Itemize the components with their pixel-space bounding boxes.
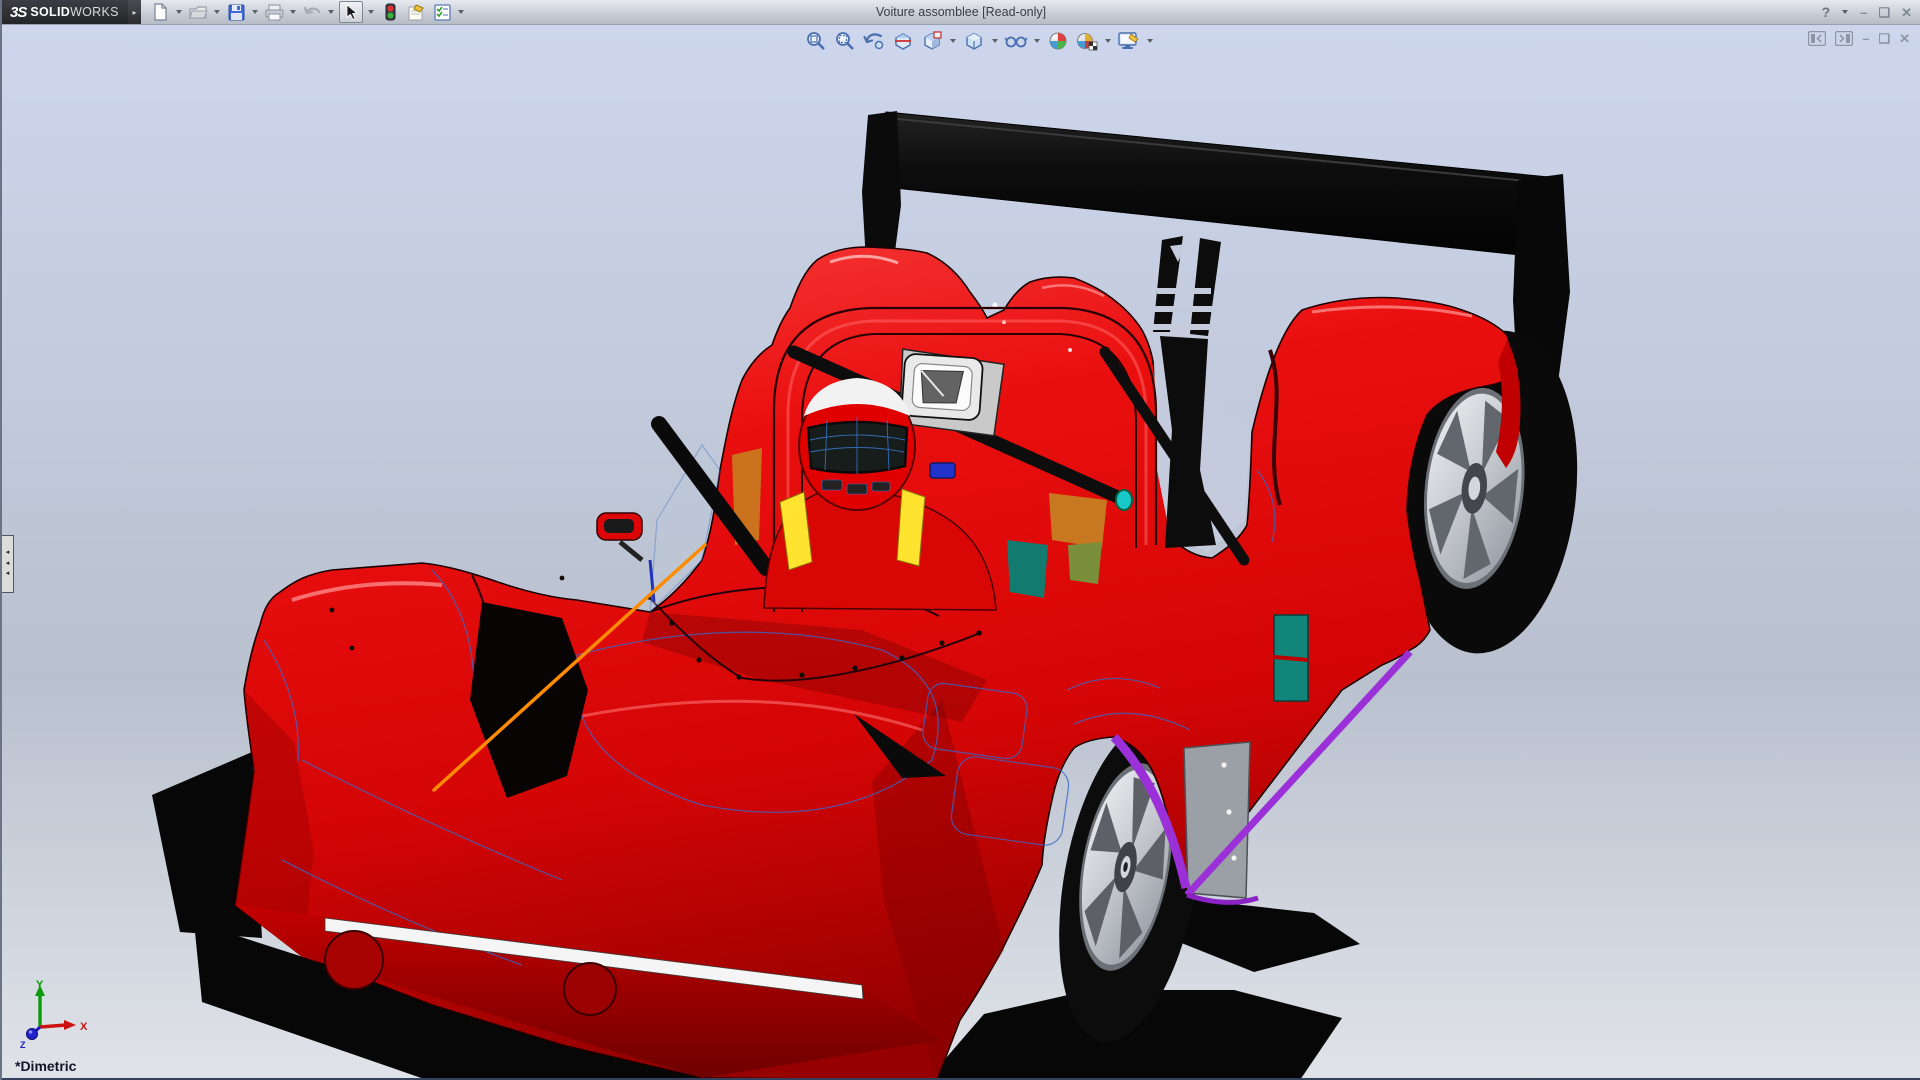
- airbox: [897, 349, 1004, 436]
- document-window-controls: – ❏ ✕: [1808, 31, 1910, 46]
- file-properties-button[interactable]: [405, 2, 427, 22]
- minimize-button[interactable]: –: [1860, 6, 1867, 19]
- apply-scene-dropdown[interactable]: [1105, 39, 1111, 43]
- undo-dropdown[interactable]: [328, 10, 334, 14]
- previous-view-button[interactable]: [862, 29, 886, 53]
- display-style-button[interactable]: [962, 29, 986, 53]
- print-button[interactable]: [263, 2, 285, 22]
- triad-z-label: Z: [20, 1040, 26, 1050]
- select-button[interactable]: [339, 1, 363, 23]
- feature-pane-splitter-tab[interactable]: ◂ ◂ ◂: [2, 535, 14, 593]
- open-button[interactable]: [187, 2, 209, 22]
- helmet: [799, 378, 915, 510]
- main-toolbar: [141, 1, 465, 23]
- hide-show-items-dropdown[interactable]: [1034, 39, 1040, 43]
- open-dropdown[interactable]: [214, 10, 220, 14]
- toolbar-expand-arrow[interactable]: ▸: [128, 0, 141, 24]
- view-settings-dropdown[interactable]: [1147, 39, 1153, 43]
- triad-x-label: X: [80, 1021, 88, 1033]
- pane-toggle-left-icon[interactable]: [1808, 31, 1826, 46]
- view-orientation-label: *Dimetric: [15, 1058, 76, 1074]
- save-dropdown[interactable]: [252, 10, 258, 14]
- help-dropdown[interactable]: [1842, 10, 1848, 14]
- model-viewport[interactable]: [2, 0, 1920, 1080]
- splitter-arrow: ◂: [6, 569, 10, 580]
- undo-button[interactable]: [301, 2, 323, 22]
- solidworks-window: 3S SOLIDWORKS ▸: [0, 0, 1920, 1080]
- restore-button[interactable]: ❏: [1878, 6, 1890, 19]
- edit-appearance-button[interactable]: [1046, 29, 1070, 53]
- triad-y-label: Y: [36, 979, 44, 991]
- select-dropdown[interactable]: [368, 10, 374, 14]
- heads-up-view-toolbar: [804, 29, 1154, 53]
- pane-toggle-right-icon[interactable]: [1835, 31, 1853, 46]
- section-view-button[interactable]: [891, 29, 915, 53]
- logo-text-works: WORKS: [70, 5, 119, 19]
- brake-duct-left: [325, 931, 383, 989]
- ds-logo-mark: 3S: [10, 4, 26, 21]
- options-button[interactable]: [431, 2, 453, 22]
- new-document-dropdown[interactable]: [176, 10, 182, 14]
- doc-minimize-button[interactable]: –: [1862, 32, 1869, 45]
- view-settings-button[interactable]: [1117, 29, 1141, 53]
- orientation-triad: Y X Z: [14, 978, 110, 1054]
- brake-duct-right: [564, 963, 616, 1015]
- title-bar: 3S SOLIDWORKS ▸: [2, 0, 1920, 25]
- doc-restore-button[interactable]: ❏: [1878, 32, 1890, 45]
- view-orientation-dropdown[interactable]: [950, 39, 956, 43]
- apply-scene-button[interactable]: [1075, 29, 1099, 53]
- zoom-to-area-button[interactable]: [833, 29, 857, 53]
- help-button[interactable]: ?: [1822, 5, 1831, 19]
- zoom-to-fit-button[interactable]: [804, 29, 828, 53]
- hide-show-items-button[interactable]: [1004, 29, 1028, 53]
- close-button[interactable]: ✕: [1901, 6, 1912, 19]
- view-orientation-button[interactable]: [920, 29, 944, 53]
- splitter-arrow: ◂: [6, 559, 10, 570]
- print-dropdown[interactable]: [290, 10, 296, 14]
- rebuild-button[interactable]: [379, 2, 401, 22]
- display-style-dropdown[interactable]: [992, 39, 998, 43]
- logo-text-solid: SOLID: [30, 5, 70, 19]
- options-dropdown[interactable]: [458, 10, 464, 14]
- solidworks-logo[interactable]: 3S SOLIDWORKS: [2, 0, 128, 24]
- save-button[interactable]: [225, 2, 247, 22]
- doc-close-button[interactable]: ✕: [1899, 32, 1910, 45]
- new-document-button[interactable]: [149, 2, 171, 22]
- splitter-arrow: ◂: [6, 548, 10, 559]
- window-controls: ? – ❏ ✕: [1822, 0, 1912, 24]
